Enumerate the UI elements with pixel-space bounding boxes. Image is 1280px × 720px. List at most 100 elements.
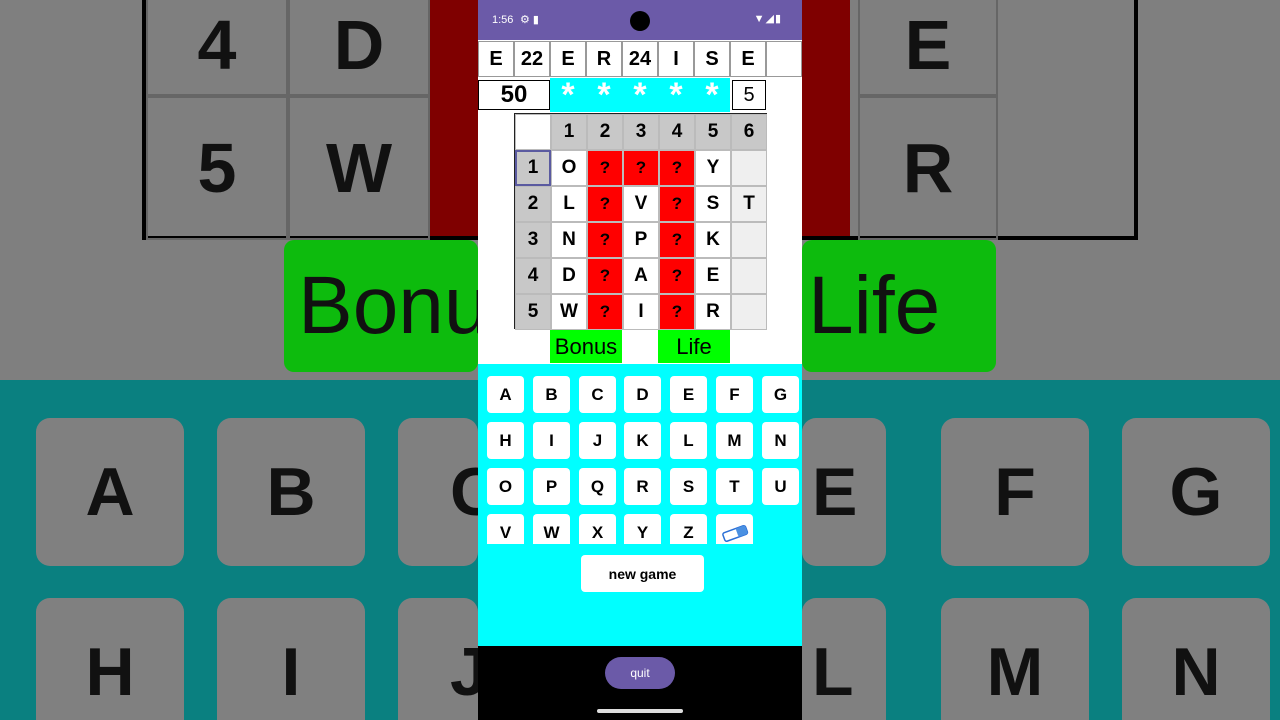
star-icon: *	[597, 75, 611, 114]
grid-cell[interactable]: ?	[659, 150, 695, 186]
star-icon: *	[669, 75, 683, 114]
key-w[interactable]: W	[533, 514, 570, 544]
key-a[interactable]: A	[487, 376, 524, 413]
background-cell: W	[288, 96, 430, 240]
background-bonus-tag: Bonu	[284, 240, 490, 372]
grid-cell[interactable]: D	[551, 258, 587, 294]
quit-button[interactable]: quit	[605, 657, 675, 689]
grid-cell[interactable]: L	[551, 186, 587, 222]
grid-cell[interactable]: N	[551, 222, 587, 258]
grid-cell[interactable]: E	[695, 258, 731, 294]
grid-cell[interactable]	[731, 294, 767, 330]
grid-cell[interactable]: R	[695, 294, 731, 330]
key-f[interactable]: F	[716, 376, 753, 413]
new-game-button[interactable]: new game	[581, 555, 704, 592]
grid-cell[interactable]: V	[623, 186, 659, 222]
background-cell: D	[288, 0, 430, 96]
word-cell: I	[658, 41, 694, 77]
bonus-tag: Bonus	[550, 330, 622, 363]
grid-cell[interactable]: I	[623, 294, 659, 330]
key-z[interactable]: Z	[670, 514, 707, 544]
grid-cell[interactable]	[731, 258, 767, 294]
column-header: 3	[623, 114, 659, 150]
key-e[interactable]: E	[670, 376, 707, 413]
background-key: I	[217, 598, 365, 720]
key-v[interactable]: V	[487, 514, 524, 544]
key-k[interactable]: K	[624, 422, 661, 459]
grid-cell[interactable]: T	[731, 186, 767, 222]
word-cell: E	[730, 41, 766, 77]
navigation-bar: quit	[478, 646, 802, 720]
column-header: 6	[731, 114, 767, 150]
key-b[interactable]: B	[533, 376, 570, 413]
grid-cell[interactable]: ?	[587, 186, 623, 222]
background-key: H	[36, 598, 184, 720]
keyboard-keys: ABCDEFG HIJKLMN OPQRSTU VWXYZ	[478, 364, 802, 544]
grid-cell[interactable]: W	[551, 294, 587, 330]
key-i[interactable]: I	[533, 422, 570, 459]
grid-cell[interactable]	[731, 222, 767, 258]
grid-cell[interactable]: P	[623, 222, 659, 258]
word-cell: E	[478, 41, 514, 77]
grid-cell[interactable]: S	[695, 186, 731, 222]
puzzle-grid: 1 2 3 4 5 6 1 2 3 4 5 O??? Y L? V? S T N? P? K D? A? E W? I? R	[514, 113, 767, 330]
grid-cell[interactable]: A	[623, 258, 659, 294]
eraser-icon	[721, 524, 748, 542]
key-u[interactable]: U	[762, 468, 799, 505]
column-header: 5	[695, 114, 731, 150]
row-header[interactable]: 3	[515, 222, 551, 258]
background-key: M	[941, 598, 1089, 720]
key-s[interactable]: S	[670, 468, 707, 505]
background-cell: 5	[146, 96, 288, 240]
key-q[interactable]: Q	[579, 468, 616, 505]
phone-screen: 1:56 ⚙ ▮ ▼◢▮ E 22 E R 24 I S E 50 * * * * * 5 12345…	[478, 0, 802, 720]
background-key: L	[802, 598, 886, 720]
key-t[interactable]: T	[716, 468, 753, 505]
grid-cell[interactable]: ?	[659, 186, 695, 222]
key-c[interactable]: C	[579, 376, 616, 413]
background-key: N	[1122, 598, 1270, 720]
key-l[interactable]: L	[670, 422, 707, 459]
home-gesture-bar[interactable]	[597, 709, 683, 713]
row-header[interactable]: 1	[515, 150, 551, 186]
grid-cell[interactable]: ?	[587, 294, 623, 330]
background-key: E	[802, 418, 886, 566]
eraser-key[interactable]	[716, 514, 753, 544]
lives-box: 5	[732, 80, 766, 110]
background-key: F	[941, 418, 1089, 566]
key-j[interactable]: J	[579, 422, 616, 459]
row-header[interactable]: 4	[515, 258, 551, 294]
background-key: J	[398, 598, 488, 720]
word-cell: 22	[514, 41, 550, 77]
word-cell: E	[550, 41, 586, 77]
background-cell: 4	[146, 0, 288, 96]
row-header[interactable]: 5	[515, 294, 551, 330]
key-d[interactable]: D	[624, 376, 661, 413]
grid-cell[interactable]: ?	[587, 150, 623, 186]
key-y[interactable]: Y	[624, 514, 661, 544]
star-icon: *	[705, 75, 719, 114]
grid-cell[interactable]: ?	[659, 222, 695, 258]
grid-cell[interactable]: ?	[659, 294, 695, 330]
grid-cell[interactable]: O	[551, 150, 587, 186]
key-m[interactable]: M	[716, 422, 753, 459]
key-r[interactable]: R	[624, 468, 661, 505]
key-g[interactable]: G	[762, 376, 799, 413]
grid-cell[interactable]: K	[695, 222, 731, 258]
background-cell: E	[858, 0, 998, 96]
grid-cell[interactable]: Y	[695, 150, 731, 186]
key-p[interactable]: P	[533, 468, 570, 505]
key-h[interactable]: H	[487, 422, 524, 459]
key-o[interactable]: O	[487, 468, 524, 505]
grid-cell[interactable]: ?	[587, 222, 623, 258]
key-n[interactable]: N	[762, 422, 799, 459]
word-cell	[766, 41, 802, 77]
grid-cell[interactable]: ?	[659, 258, 695, 294]
key-x[interactable]: X	[579, 514, 616, 544]
background-life-tag: Life	[802, 240, 996, 372]
row-header[interactable]: 2	[515, 186, 551, 222]
grid-cell[interactable]: ?	[587, 258, 623, 294]
word-cell: R	[586, 41, 622, 77]
grid-cell[interactable]	[731, 150, 767, 186]
grid-cell[interactable]: ?	[623, 150, 659, 186]
